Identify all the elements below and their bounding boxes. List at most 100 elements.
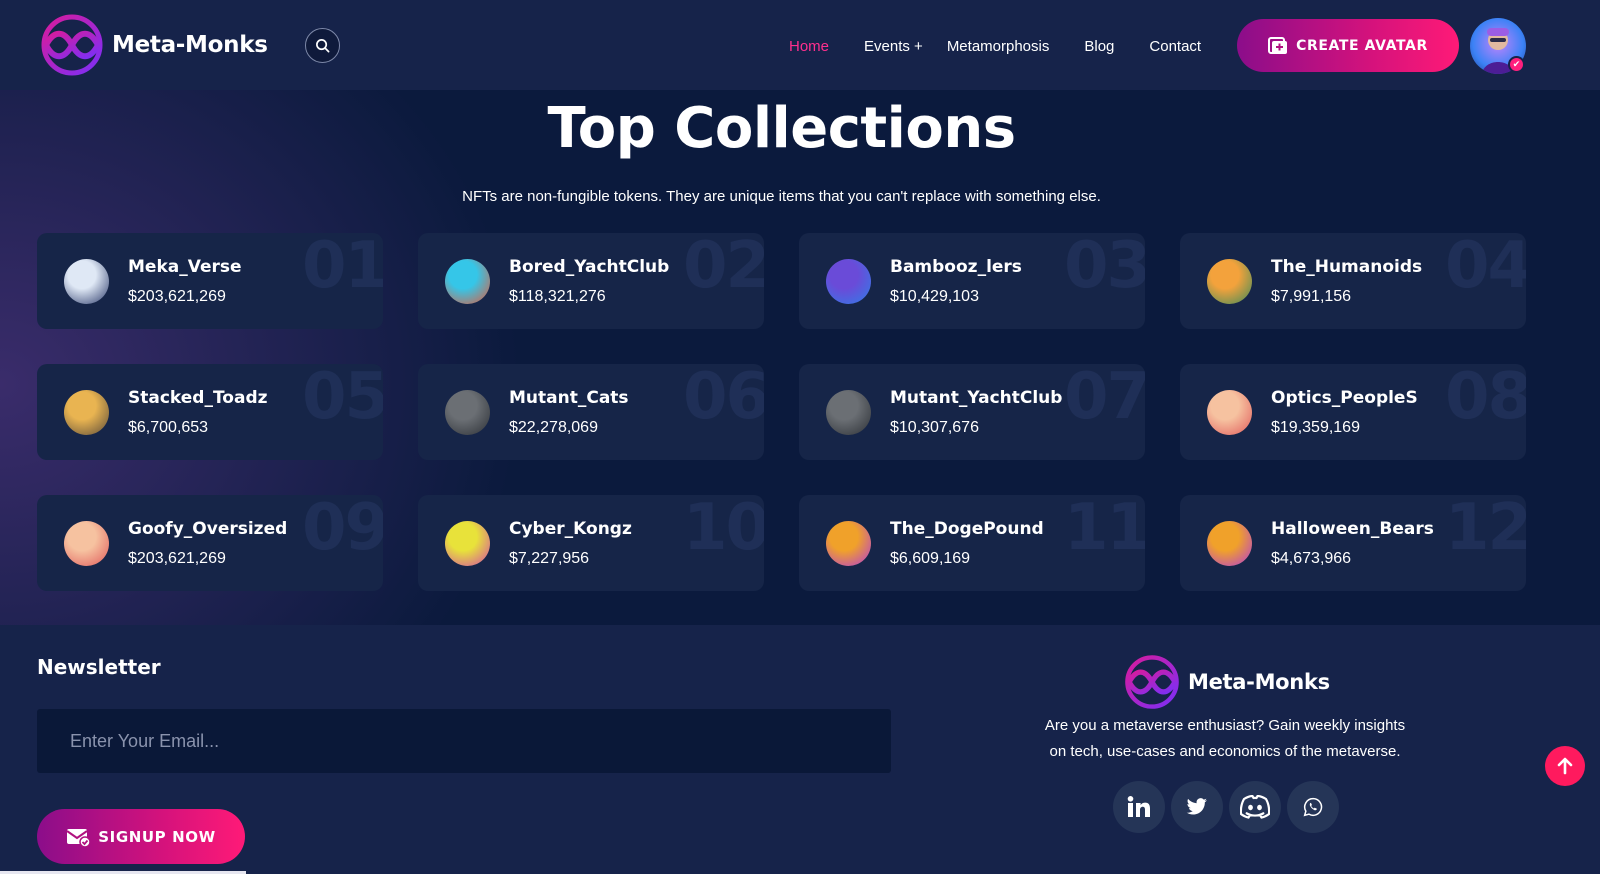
collection-name: The_DogePound (890, 519, 1044, 539)
mail-check-icon (66, 828, 91, 847)
collection-avatar (1207, 259, 1252, 304)
collection-avatar (445, 521, 490, 566)
footer-logo[interactable]: Meta-Monks (1120, 653, 1330, 711)
discord-icon (1240, 795, 1270, 819)
signup-button[interactable]: SIGNUP NOW (37, 809, 245, 864)
collection-card[interactable]: 10 Cyber_Kongz $7,227,956 (418, 495, 764, 591)
collection-card[interactable]: 11 The_DogePound $6,609,169 (799, 495, 1145, 591)
create-avatar-button[interactable]: CREATE AVATAR (1237, 19, 1459, 72)
nav-item-events[interactable]: Events + (864, 38, 923, 55)
collection-name: Bored_YachtClub (509, 257, 670, 277)
footer-description-line: on tech, use-cases and economics of the … (1049, 743, 1401, 760)
email-input[interactable] (37, 709, 891, 773)
card-rank: 02 (682, 233, 764, 303)
collection-card[interactable]: 05 Stacked_Toadz $6,700,653 (37, 364, 383, 460)
footer-description-line: Are you a metaverse enthusiast? Gain wee… (1044, 717, 1406, 734)
collection-name: Mutant_YachtClub (890, 388, 1063, 408)
collection-value: $118,321,276 (509, 288, 606, 305)
collection-value: $7,227,956 (509, 550, 590, 567)
create-avatar-label: CREATE AVATAR (1296, 37, 1428, 54)
section-subtitle: NFTs are non-fungible tokens. They are u… (462, 188, 1101, 205)
card-rank: 03 (1063, 233, 1145, 303)
footer-description: Are you a metaverse enthusiast? Gain wee… (1030, 713, 1420, 765)
collection-avatar (64, 390, 109, 435)
card-rank: 10 (682, 495, 764, 565)
collection-card[interactable]: 09 Goofy_Oversized $203,621,269 (37, 495, 383, 591)
collection-avatar (826, 259, 871, 304)
collection-value: $203,621,269 (128, 288, 226, 305)
signup-label: SIGNUP NOW (98, 827, 216, 846)
arrow-up-icon (1557, 757, 1573, 775)
collection-value: $6,609,169 (890, 550, 971, 567)
nav-item-home[interactable]: Home (789, 38, 829, 55)
linkedin-link[interactable] (1113, 781, 1165, 833)
collection-card[interactable]: 01 Meka_Verse $203,621,269 (37, 233, 383, 329)
collection-card[interactable]: 12 Halloween_Bears $4,673,966 (1180, 495, 1526, 591)
collection-value: $22,278,069 (509, 419, 598, 436)
section-title: Top Collections (547, 96, 1016, 161)
linkedin-icon (1127, 796, 1150, 817)
collection-name: Meka_Verse (128, 257, 242, 277)
collection-card[interactable]: 06 Mutant_Cats $22,278,069 (418, 364, 764, 460)
collection-name: Stacked_Toadz (128, 388, 268, 408)
collection-name: Bambooz_lers (890, 257, 1022, 277)
verified-badge-icon: ✔ (1508, 56, 1525, 73)
card-rank: 07 (1063, 364, 1145, 434)
collection-avatar (64, 259, 109, 304)
card-rank: 12 (1444, 495, 1526, 565)
site-logo[interactable]: Meta-Monks (36, 12, 268, 78)
collection-card[interactable]: 03 Bambooz_lers $10,429,103 (799, 233, 1145, 329)
card-rank: 08 (1444, 364, 1526, 434)
collection-card[interactable]: 08 Optics_PeopleS $19,359,169 (1180, 364, 1526, 460)
collection-value: $7,991,156 (1271, 288, 1352, 305)
collection-avatar (826, 521, 871, 566)
collection-avatar (1207, 390, 1252, 435)
discord-link[interactable] (1229, 781, 1281, 833)
collection-avatar (826, 390, 871, 435)
brand-name: Meta-Monks (112, 32, 268, 58)
collection-name: The_Humanoids (1271, 257, 1423, 277)
search-icon (316, 39, 330, 53)
site-footer: Newsletter SIGNUP NOW Meta-Monks Are you… (0, 625, 1600, 874)
newsletter-title: Newsletter (37, 655, 161, 679)
card-rank: 11 (1063, 495, 1145, 565)
infinity-logo-icon (1125, 655, 1179, 709)
nav-item-contact[interactable]: Contact (1149, 38, 1201, 55)
twitter-icon (1186, 798, 1207, 815)
collection-value: $19,359,169 (1271, 419, 1360, 436)
card-rank: 06 (682, 364, 764, 434)
collection-value: $4,673,966 (1271, 550, 1352, 567)
card-rank: 09 (301, 495, 383, 565)
search-button[interactable] (305, 28, 340, 63)
whatsapp-icon (1303, 797, 1323, 817)
site-header: Meta-Monks Home Events + Metamorphosis B… (0, 0, 1600, 90)
whatsapp-link[interactable] (1287, 781, 1339, 833)
social-links (1113, 781, 1345, 833)
collection-avatar (445, 390, 490, 435)
collection-name: Halloween_Bears (1271, 519, 1434, 539)
footer-brand-name: Meta-Monks (1188, 670, 1330, 694)
collection-name: Optics_PeopleS (1271, 388, 1418, 408)
collection-name: Goofy_Oversized (128, 519, 288, 539)
collection-avatar (64, 521, 109, 566)
card-rank: 04 (1444, 233, 1526, 303)
card-rank: 05 (301, 364, 383, 434)
collection-card[interactable]: 04 The_Humanoids $7,991,156 (1180, 233, 1526, 329)
main-nav: Home Events + Metamorphosis Blog Contact (789, 38, 1201, 55)
collection-avatar (445, 259, 490, 304)
collection-card[interactable]: 07 Mutant_YachtClub $10,307,676 (799, 364, 1145, 460)
collection-value: $6,700,653 (128, 419, 209, 436)
collection-avatar (1207, 521, 1252, 566)
add-image-icon (1268, 36, 1288, 54)
collection-value: $10,307,676 (890, 419, 979, 436)
scroll-to-top-button[interactable] (1545, 746, 1585, 786)
nav-item-blog[interactable]: Blog (1084, 38, 1114, 55)
collection-card[interactable]: 02 Bored_YachtClub $118,321,276 (418, 233, 764, 329)
card-rank: 01 (301, 233, 383, 303)
nav-item-metamorphosis[interactable]: Metamorphosis (947, 38, 1050, 55)
collection-name: Mutant_Cats (509, 388, 629, 408)
collection-value: $203,621,269 (128, 550, 226, 567)
collection-value: $10,429,103 (890, 288, 979, 305)
collection-name: Cyber_Kongz (509, 519, 632, 539)
twitter-link[interactable] (1171, 781, 1223, 833)
